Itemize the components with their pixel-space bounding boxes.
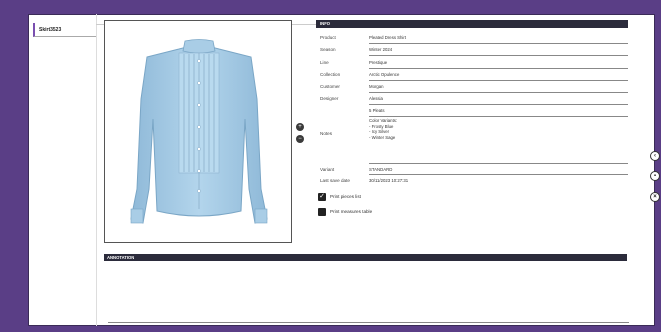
field-label: Line: [320, 60, 329, 65]
field-label: Customer: [320, 84, 340, 89]
info-header: INFO: [316, 20, 628, 28]
field-label: Collection: [320, 72, 341, 77]
field-underline: [369, 163, 628, 164]
designer-field[interactable]: Alessia: [369, 96, 629, 101]
field-label: Last save date: [320, 178, 350, 183]
field-label: Season: [320, 47, 336, 52]
arrow-left-icon: ‹: [654, 153, 656, 159]
field-label: Designer: [320, 96, 339, 101]
pleats-field[interactable]: 5 Pleats: [369, 108, 629, 113]
zoom-in-button[interactable]: +: [296, 123, 304, 131]
last-save-value: 30/11/2023 10:27:31: [369, 178, 409, 183]
field-label: Product: [320, 35, 336, 40]
annotation-header: ANNOTATION: [104, 254, 627, 261]
season-field[interactable]: Winter 2024: [369, 47, 629, 52]
field-underline: [369, 68, 628, 69]
field-label: Variant: [320, 167, 335, 172]
product-field[interactable]: Pleated Dress Shirt: [369, 35, 629, 40]
annotation-underline: [108, 322, 629, 323]
print-pieces-checkbox[interactable]: ✓: [318, 193, 326, 201]
field-label: Notes: [320, 131, 333, 136]
notes-field[interactable]: Color Variants: - Frosty Blue - Icy Silv…: [369, 118, 629, 140]
info-title: INFO: [320, 21, 331, 26]
side-action-button-2[interactable]: ▪: [650, 171, 660, 181]
collection-field[interactable]: Arctic Opulence: [369, 72, 629, 77]
zoom-out-icon: −: [298, 136, 302, 142]
field-underline: [369, 116, 628, 117]
zoom-out-button[interactable]: −: [296, 135, 304, 143]
customer-field[interactable]: Morgan: [369, 84, 629, 89]
save-icon: ▪: [653, 173, 657, 179]
field-underline: [369, 174, 628, 175]
annotation-title: ANNOTATION: [107, 255, 135, 260]
close-icon: ×: [653, 194, 657, 200]
field-underline: [369, 55, 628, 56]
zoom-in-icon: +: [298, 124, 302, 130]
side-action-button-1[interactable]: ‹: [650, 151, 660, 161]
print-measures-checkbox[interactable]: [318, 208, 326, 216]
side-action-button-3[interactable]: ×: [650, 192, 660, 202]
line-field[interactable]: Prestique: [369, 60, 629, 65]
field-underline: [369, 80, 628, 81]
print-measures-label: Print measures table: [330, 209, 373, 214]
sidebar-divider: [96, 14, 97, 326]
shirt-image: [130, 39, 268, 224]
checkmark-icon: ✓: [319, 193, 325, 200]
field-underline: [369, 92, 628, 93]
field-underline: [369, 43, 628, 44]
field-underline: [369, 104, 628, 105]
annotation-textarea[interactable]: [104, 261, 627, 319]
tab-label: Skirt3523: [39, 27, 62, 33]
variant-field[interactable]: STANDARD: [369, 167, 629, 172]
tab-skirt3523[interactable]: Skirt3523: [33, 23, 96, 37]
notes-line: - Winter Sage: [369, 134, 396, 140]
product-image-frame: [104, 20, 292, 243]
print-pieces-label: Print pieces list: [330, 194, 361, 199]
